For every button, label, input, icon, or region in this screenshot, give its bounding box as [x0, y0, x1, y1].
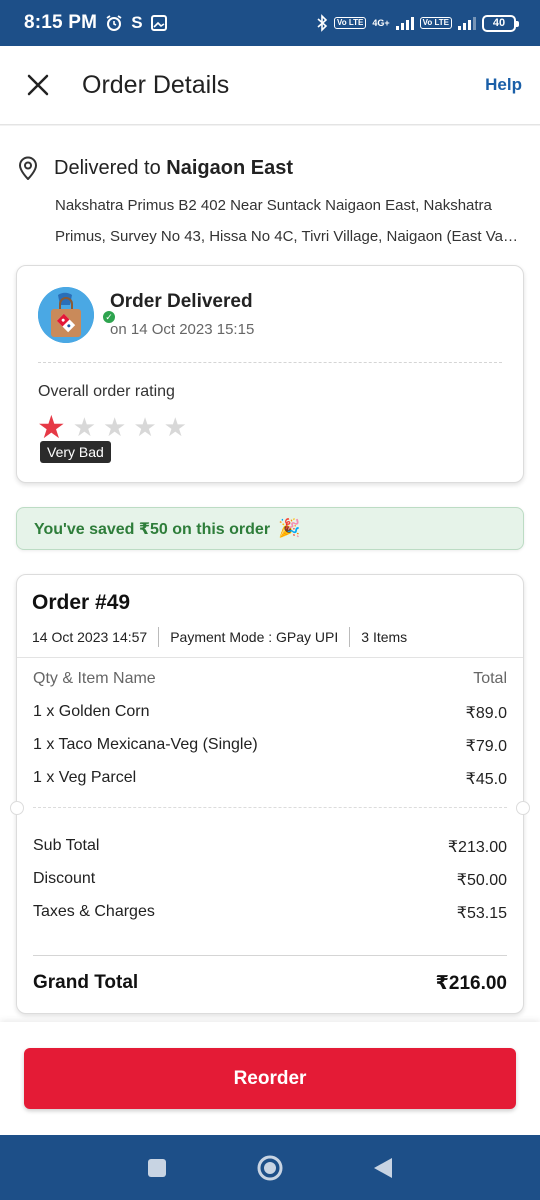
close-icon	[27, 74, 49, 96]
address-title: Delivered to Naigaon East	[54, 157, 293, 180]
order-summary-card: Order #49 14 Oct 2023 14:57 Payment Mode…	[10, 574, 530, 1014]
s-app-icon: S	[131, 13, 143, 32]
party-popper-icon: 🎉	[278, 518, 301, 538]
delivery-date: on 14 Oct 2023 15:15	[110, 321, 255, 338]
delivered-check-icon: ✓	[101, 309, 117, 325]
rating-tooltip: Very Bad	[40, 441, 111, 463]
item-column-header: Qty & Item Name	[33, 670, 156, 687]
address-lines: Nakshatra Primus B2 402 Near Suntack Nai…	[55, 190, 523, 252]
item-name: 1 x Veg Parcel	[33, 769, 137, 786]
receipt-tear-divider	[9, 801, 531, 815]
rating-star-icon[interactable]: ★	[103, 414, 126, 440]
signal-strength-2-icon	[458, 16, 476, 30]
rating-star-icon[interactable]: ★	[164, 414, 187, 440]
address-line-2: Primus, Survey No 43, Hissa No 4C, Tivri…	[55, 228, 520, 245]
location-pin-icon	[18, 156, 38, 180]
item-total: ₹79.0	[465, 738, 507, 755]
address-line-1: Nakshatra Primus B2 402 Near Suntack Nai…	[55, 197, 492, 214]
address-title-row: Delivered to Naigaon East	[18, 156, 523, 180]
recents-icon	[147, 1158, 166, 1177]
summary-label: Sub Total	[33, 837, 100, 854]
delivery-status-title: Order Delivered	[110, 291, 253, 312]
status-right: Vo LTE 4G+ Vo LTE 40	[316, 14, 519, 32]
battery-icon: 40	[482, 14, 519, 32]
help-link[interactable]: Help	[485, 75, 522, 95]
order-number: Order #49	[32, 591, 131, 614]
sim1-volte-badge: Vo LTE	[333, 17, 367, 29]
home-button[interactable]	[250, 1148, 290, 1188]
delivery-address: Delivered to Naigaon East Nakshatra Prim…	[18, 156, 523, 252]
signal-strength-1-icon	[395, 16, 414, 30]
item-name: 1 x Taco Mexicana-Veg (Single)	[33, 736, 258, 753]
page-title: Order Details	[82, 70, 230, 99]
summary-value: ₹53.15	[456, 905, 507, 922]
item-name: 1 x Golden Corn	[33, 703, 150, 720]
grand-total-label: Grand Total	[33, 972, 139, 993]
notch-right	[516, 801, 530, 815]
summary-label: Discount	[33, 870, 96, 887]
status-left: 8:15 PM S	[24, 12, 167, 34]
order-divider	[17, 657, 523, 658]
order-item-row: 1 x Golden Corn ₹89.0	[33, 703, 507, 723]
savings-text: You've saved ₹50 on this order	[34, 520, 271, 538]
summary-label: Taxes & Charges	[33, 903, 155, 920]
items-header: Qty & Item Name Total	[33, 670, 507, 688]
item-total: ₹45.0	[465, 771, 507, 788]
back-icon	[374, 1157, 393, 1178]
bluetooth-icon	[316, 14, 328, 32]
rating-stars: ★ ★ ★ ★ ★	[37, 411, 187, 443]
address-prefix: Delivered to	[54, 156, 161, 179]
back-button[interactable]	[363, 1148, 403, 1188]
rating-star-icon[interactable]: ★	[73, 414, 96, 440]
order-meta: 14 Oct 2023 14:57 Payment Mode : GPay UP…	[32, 627, 407, 647]
recents-button[interactable]	[137, 1148, 177, 1188]
payment-mode: Payment Mode : GPay UPI	[170, 629, 339, 645]
rating-label: Overall order rating	[38, 383, 175, 400]
order-item-row: 1 x Veg Parcel ₹45.0	[33, 769, 507, 789]
summary-row: Taxes & Charges ₹53.15	[33, 903, 507, 923]
summary-row: Discount ₹50.00	[33, 870, 507, 890]
home-icon	[257, 1155, 283, 1180]
meta-separator	[158, 627, 160, 647]
summary-row: Sub Total ₹213.00	[33, 837, 507, 857]
item-total: ₹89.0	[465, 705, 507, 722]
delivery-status-header: ✓ Order Delivered on 14 Oct 2023 15:15	[38, 287, 254, 343]
rating-star-icon[interactable]: ★	[133, 414, 156, 440]
meta-separator	[349, 627, 351, 647]
battery-level: 40	[492, 17, 506, 29]
address-area: Naigaon East	[166, 156, 293, 179]
gallery-icon	[150, 15, 167, 31]
close-button[interactable]	[0, 46, 76, 125]
order-item-row: 1 x Taco Mexicana-Veg (Single) ₹79.0	[33, 736, 507, 756]
items-count: 3 Items	[361, 629, 408, 645]
status-time: 8:15 PM	[24, 12, 98, 33]
bottom-action-bar: Reorder	[0, 1022, 540, 1135]
notch-left	[10, 801, 24, 815]
rating-star-icon[interactable]: ★	[37, 411, 66, 443]
summary-value: ₹50.00	[456, 872, 507, 889]
order-datetime: 14 Oct 2023 14:57	[32, 629, 148, 645]
delivery-bag-icon	[38, 287, 94, 343]
grand-total-divider	[33, 955, 507, 956]
summary-value: ₹213.00	[447, 839, 507, 856]
status-bar: 8:15 PM S Vo LTE 4G+ Vo LTE 40	[0, 0, 540, 46]
network-type: 4G+	[372, 18, 390, 28]
delivery-status-card: ✓ Order Delivered on 14 Oct 2023 15:15 O…	[16, 265, 524, 483]
savings-banner: You've saved ₹50 on this order 🎉	[16, 507, 524, 550]
grand-total-row: Grand Total ₹216.00	[33, 972, 507, 995]
alarm-icon	[105, 14, 123, 32]
grand-total-value: ₹216.00	[435, 973, 507, 994]
order-details-content[interactable]: Delivered to Naigaon East Nakshatra Prim…	[0, 126, 540, 1022]
delivery-status-text: Order Delivered on 14 Oct 2023 15:15	[110, 291, 254, 338]
system-navigation-bar	[0, 1135, 540, 1200]
card-divider	[38, 362, 502, 363]
reorder-button[interactable]: Reorder	[24, 1048, 516, 1109]
total-column-header: Total	[473, 670, 507, 687]
sim2-volte-badge: Vo LTE	[419, 17, 452, 29]
app-header: Order Details Help	[0, 46, 540, 125]
